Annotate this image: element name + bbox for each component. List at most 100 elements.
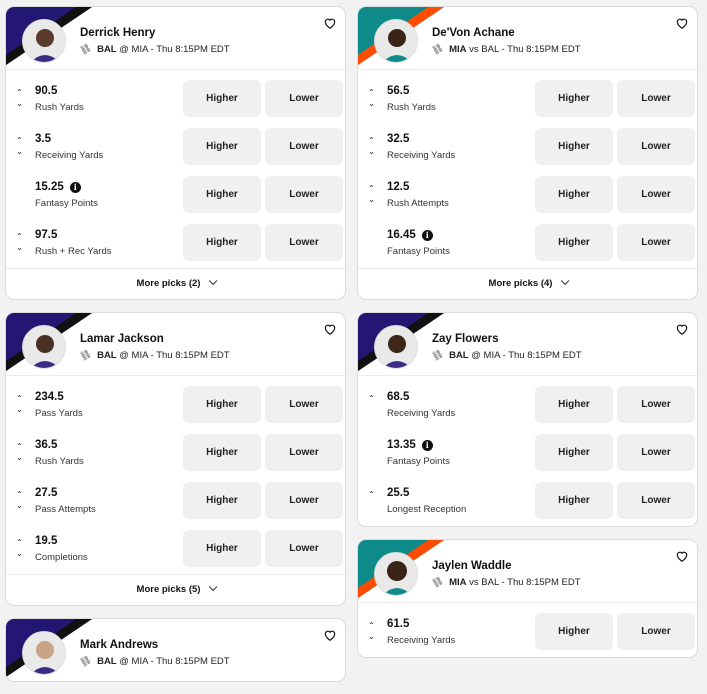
lower-button[interactable]: Lower [265, 386, 343, 423]
stat-label: Rush Yards [387, 102, 436, 113]
info-icon[interactable]: i [421, 229, 433, 241]
higher-button[interactable]: Higher [535, 482, 613, 519]
lower-button[interactable]: Lower [617, 128, 695, 165]
higher-button[interactable]: Higher [183, 128, 261, 165]
line-value: 90.5 [35, 85, 58, 97]
chevron-down-icon [561, 276, 570, 286]
higher-button[interactable]: Higher [183, 482, 261, 519]
line-value: 19.5 [35, 535, 58, 547]
projection-row: ⌃ ⌄ 27.5 Pass Attempts Higher Lower [6, 478, 345, 526]
more-picks-button[interactable]: More picks (4) [358, 268, 697, 299]
stat-label: Receiving Yards [35, 150, 104, 161]
change-arrows-icon: ⌃ ⌄ [368, 184, 375, 204]
game-info: ⛓ BAL @ MIA - Thu 8:15PM EDT [78, 653, 230, 669]
heart-icon[interactable] [323, 16, 337, 30]
change-arrows-icon: ⌃ ⌄ [368, 88, 375, 108]
heart-icon[interactable] [675, 549, 689, 563]
player-card-devon-achane: De'Von Achane ⛓ MIA vs BAL - Thu 8:15PM … [357, 6, 698, 300]
higher-button[interactable]: Higher [535, 176, 613, 213]
higher-button[interactable]: Higher [535, 80, 613, 117]
lower-button[interactable]: Lower [617, 176, 695, 213]
line-value: 13.35 i [387, 439, 433, 451]
link-icon: ⛓ [430, 41, 445, 57]
higher-button[interactable]: Higher [535, 613, 613, 650]
link-icon: ⛓ [430, 574, 445, 590]
player-card-zay-flowers: Zay Flowers ⛓ BAL @ MIA - Thu 8:15PM EDT… [357, 312, 698, 527]
projection-row: ⌃ ⌄ 19.5 Completions Higher Lower [6, 526, 345, 574]
projection-row: ⌃ ⌄ 90.5 Rush Yards Higher Lower [6, 76, 345, 124]
line-value: 234.5 [35, 391, 64, 403]
line-value: 3.5 [35, 133, 51, 145]
stat-label: Rush Yards [35, 102, 84, 113]
line-value: 61.5 [387, 618, 410, 630]
projection-row: ⌃ ⌄ 56.5 Rush Yards Higher Lower [358, 76, 697, 124]
higher-button[interactable]: Higher [535, 128, 613, 165]
lower-button[interactable]: Lower [265, 80, 343, 117]
change-arrows-icon: ⌃ [368, 490, 375, 499]
game-info: ⛓ BAL @ MIA - Thu 8:15PM EDT [430, 347, 582, 363]
heart-icon[interactable] [675, 16, 689, 30]
lower-button[interactable]: Lower [617, 224, 695, 261]
stat-label: Fantasy Points [387, 246, 450, 257]
projection-row: 13.35 i Fantasy Points Higher Lower [358, 430, 697, 478]
player-avatar [374, 325, 418, 369]
higher-button[interactable]: Higher [183, 224, 261, 261]
lower-button[interactable]: Lower [617, 386, 695, 423]
higher-button[interactable]: Higher [183, 530, 261, 567]
higher-button[interactable]: Higher [535, 434, 613, 471]
heart-icon[interactable] [323, 322, 337, 336]
heart-icon[interactable] [675, 322, 689, 336]
stat-label: Receiving Yards [387, 408, 456, 419]
change-arrows-icon: ⌃ ⌄ [16, 538, 23, 558]
stat-label: Pass Attempts [35, 504, 96, 515]
line-value: 12.5 [387, 181, 410, 193]
info-icon[interactable]: i [421, 439, 433, 451]
higher-button[interactable]: Higher [183, 80, 261, 117]
higher-button[interactable]: Higher [535, 386, 613, 423]
line-value: 25.5 [387, 487, 410, 499]
line-value: 68.5 [387, 391, 410, 403]
player-name: Zay Flowers [432, 333, 499, 345]
info-icon[interactable]: i [69, 181, 81, 193]
line-value: 56.5 [387, 85, 410, 97]
player-name: Jaylen Waddle [432, 560, 512, 572]
projection-row: ⌃ ⌄ 32.5 Receiving Yards Higher Lower [358, 124, 697, 172]
change-arrows-icon: ⌃ ⌄ [16, 232, 23, 252]
higher-button[interactable]: Higher [183, 176, 261, 213]
stat-label: Longest Reception [387, 504, 467, 515]
link-icon: ⛓ [78, 41, 93, 57]
stat-label: Rush + Rec Yards [35, 246, 112, 257]
lower-button[interactable]: Lower [617, 434, 695, 471]
heart-icon[interactable] [323, 628, 337, 642]
more-picks-button[interactable]: More picks (2) [6, 268, 345, 299]
change-arrows-icon: ⌃ ⌄ [368, 136, 375, 156]
projection-row: 16.45 i Fantasy Points Higher Lower [358, 220, 697, 268]
stat-label: Receiving Yards [387, 150, 456, 161]
change-arrows-icon: ⌃ ⌄ [368, 621, 375, 641]
game-info: ⛓ MIA vs BAL - Thu 8:15PM EDT [430, 574, 581, 590]
higher-button[interactable]: Higher [183, 434, 261, 471]
lower-button[interactable]: Lower [265, 482, 343, 519]
change-arrows-icon: ⌃ ⌄ [16, 88, 23, 108]
lower-button[interactable]: Lower [617, 613, 695, 650]
game-info: ⛓ BAL @ MIA - Thu 8:15PM EDT [78, 41, 230, 57]
more-picks-button[interactable]: More picks (5) [6, 574, 345, 605]
lower-button[interactable]: Lower [265, 224, 343, 261]
stat-label: Receiving Yards [387, 635, 456, 646]
player-name: Derrick Henry [80, 27, 156, 39]
higher-button[interactable]: Higher [535, 224, 613, 261]
player-avatar [22, 19, 66, 63]
chevron-down-icon [209, 276, 218, 286]
player-avatar [374, 552, 418, 596]
lower-button[interactable]: Lower [265, 434, 343, 471]
higher-button[interactable]: Higher [183, 386, 261, 423]
lower-button[interactable]: Lower [265, 128, 343, 165]
lower-button[interactable]: Lower [265, 176, 343, 213]
lower-button[interactable]: Lower [617, 482, 695, 519]
player-name: Mark Andrews [80, 639, 159, 651]
player-card-jaylen-waddle: Jaylen Waddle ⛓ MIA vs BAL - Thu 8:15PM … [357, 539, 698, 658]
lower-button[interactable]: Lower [617, 80, 695, 117]
game-info: ⛓ MIA vs BAL - Thu 8:15PM EDT [430, 41, 581, 57]
projection-row: ⌃ ⌄ 36.5 Rush Yards Higher Lower [6, 430, 345, 478]
lower-button[interactable]: Lower [265, 530, 343, 567]
